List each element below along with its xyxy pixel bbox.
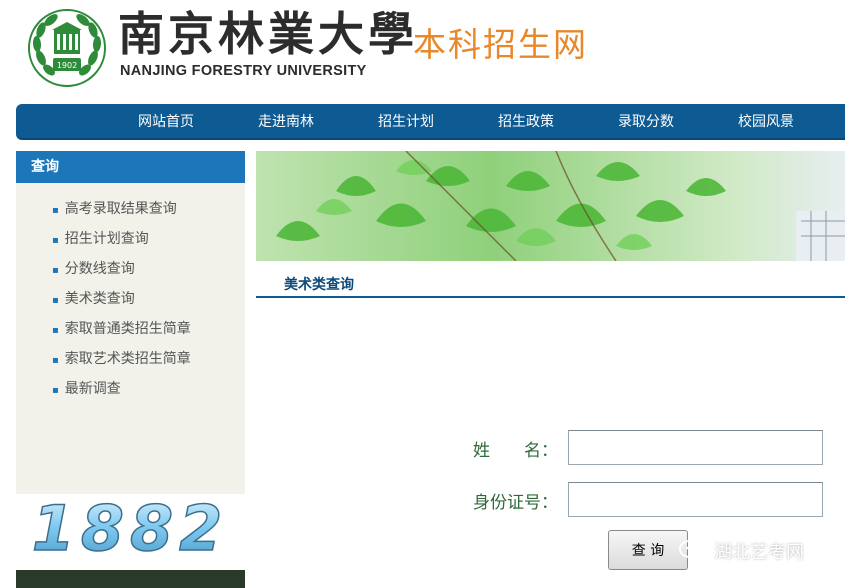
nav-item-enrollment-plan[interactable]: 招生计划 <box>378 104 434 140</box>
sidebar: 查询 ▪ 高考录取结果查询 ▪ 招生计划查询 ▪ 分数线查询 ▪ 美术类查询 ▪ 索取普通… <box>16 151 245 494</box>
bullet-icon: ▪ <box>52 265 59 276</box>
sidebar-title: 查询 <box>16 151 245 183</box>
name-label: 姓 名： <box>473 441 558 461</box>
sidebar-item-label: 分数线查询 <box>64 261 135 277</box>
sidebar-menu: ▪ 高考录取结果查询 ▪ 招生计划查询 ▪ 分数线查询 ▪ 美术类查询 ▪ 索取普通类招生… <box>52 199 191 409</box>
site-header: 1902 南京林業大學 NANJING FORESTRY UNIVERSITY … <box>0 0 845 104</box>
university-name-cn: 南京林業大學 <box>118 7 418 61</box>
sidebar-item-score-line[interactable]: ▪ 分数线查询 <box>52 259 191 289</box>
bullet-icon: ▪ <box>52 325 59 336</box>
id-number-label: 身份证号： <box>473 493 558 513</box>
emblem-year: 1902 <box>57 61 77 70</box>
nav-item-campus[interactable]: 校园风景 <box>738 104 794 140</box>
watermark-text: 湖北艺考网 <box>714 542 804 563</box>
nav-item-about[interactable]: 走进南林 <box>258 104 314 140</box>
bullet-icon: ▪ <box>52 205 59 216</box>
name-input[interactable] <box>568 430 823 465</box>
section-title: 美术类查询 <box>284 277 354 293</box>
bullet-icon: ▪ <box>52 355 59 366</box>
sidebar-item-plan-query[interactable]: ▪ 招生计划查询 <box>52 229 191 259</box>
sidebar-item-art-query[interactable]: ▪ 美术类查询 <box>52 289 191 319</box>
sidebar-item-label: 美术类查询 <box>64 291 135 307</box>
main-nav: 网站首页 走进南林 招生计划 招生政策 录取分数 校园风景 <box>16 104 845 140</box>
bullet-icon: ▪ <box>52 295 59 306</box>
wechat-icon <box>679 540 707 562</box>
nav-item-home[interactable]: 网站首页 <box>138 104 194 140</box>
id-number-input[interactable] <box>568 482 823 517</box>
nav-item-scores[interactable]: 录取分数 <box>618 104 674 140</box>
bullet-icon: ▪ <box>52 235 59 246</box>
university-name-en: NANJING FORESTRY UNIVERSITY <box>120 63 367 79</box>
sidebar-item-survey[interactable]: ▪ 最新调查 <box>52 379 191 409</box>
sidebar-item-label: 招生计划查询 <box>64 231 149 247</box>
sidebar-item-label: 最新调查 <box>64 381 121 397</box>
query-button[interactable]: 查 询 <box>608 530 688 570</box>
watermark: 湖北艺考网 <box>678 536 804 566</box>
year-1882-banner: 1882 <box>16 494 245 564</box>
nav-item-policy[interactable]: 招生政策 <box>498 104 554 140</box>
ginkgo-banner-image <box>256 151 845 261</box>
sidebar-item-label: 高考录取结果查询 <box>64 201 177 217</box>
sidebar-item-art-brochure[interactable]: ▪ 索取艺术类招生简章 <box>52 349 191 379</box>
sidebar-item-label: 索取普通类招生简章 <box>64 321 191 337</box>
section-header: 美术类查询 <box>256 268 845 298</box>
sidebar-item-admission-result[interactable]: ▪ 高考录取结果查询 <box>52 199 191 229</box>
sidebar-item-label: 索取艺术类招生简章 <box>64 351 191 367</box>
bullet-icon: ▪ <box>52 385 59 396</box>
university-emblem-icon: 1902 <box>28 9 106 87</box>
sidebar-item-general-brochure[interactable]: ▪ 索取普通类招生简章 <box>52 319 191 349</box>
campus-photo <box>16 570 245 588</box>
site-title: 本科招生网 <box>413 25 588 64</box>
year-banner-text: 1882 <box>32 494 229 564</box>
